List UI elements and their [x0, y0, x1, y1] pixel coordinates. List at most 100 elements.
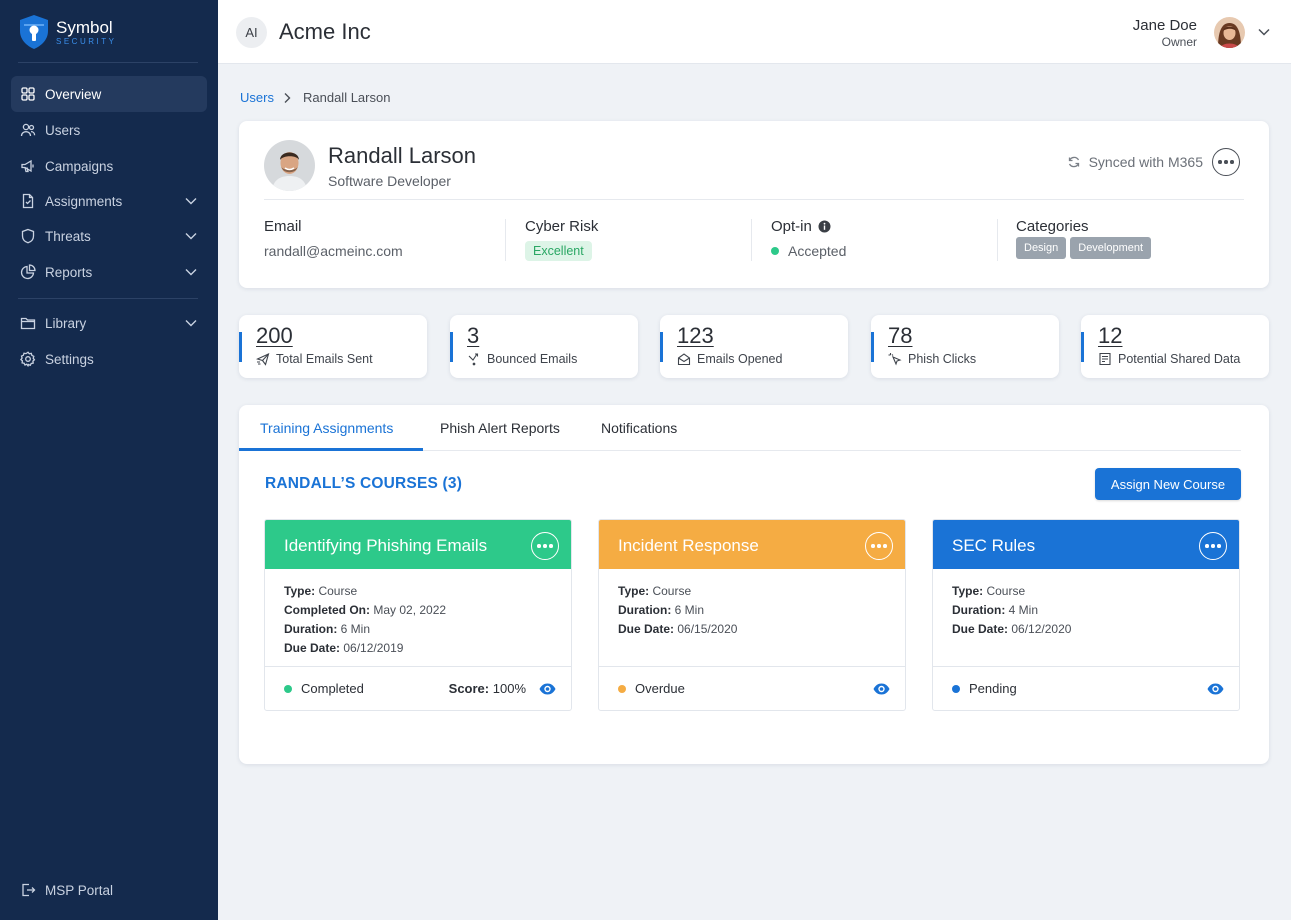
sidebar-item-label: Library [45, 315, 87, 331]
document-list-icon [1099, 352, 1111, 366]
course-status: Overdue [635, 681, 685, 696]
logo[interactable]: Symbol SECURITY [18, 14, 116, 50]
course-more-button[interactable] [1199, 532, 1227, 560]
top-header: AI Acme Inc Jane Doe Owner [218, 0, 1291, 64]
course-card: Identifying Phishing Emails Type: Course… [264, 519, 572, 711]
assign-new-course-button[interactable]: Assign New Course [1095, 468, 1241, 500]
chevron-down-icon [185, 198, 197, 205]
breadcrumb-users-link[interactable]: Users [240, 90, 274, 105]
sidebar-item-overview[interactable]: Overview [11, 76, 207, 112]
stat-accent-bar [871, 332, 874, 362]
sidebar-item-library[interactable]: Library [11, 305, 207, 341]
cyber-risk-badge: Excellent [525, 241, 592, 261]
stat-card-potential-shared-data[interactable]: 12 Potential Shared Data [1081, 315, 1269, 378]
sidebar: Symbol SECURITY Overview Users Campaigns… [0, 0, 218, 920]
sidebar-item-label: Settings [45, 351, 94, 367]
user-profile-card: Randall Larson Software Developer Synced… [239, 121, 1269, 288]
cursor-click-icon [888, 353, 902, 366]
status-dot [618, 684, 626, 693]
course-title: SEC Rules [952, 536, 1036, 555]
course-card: SEC Rules Type: Course Duration: 4 Min D… [932, 519, 1240, 711]
chevron-down-icon [185, 320, 197, 327]
chevron-right-icon [284, 93, 291, 103]
sidebar-item-label: Campaigns [45, 158, 114, 174]
user-role: Owner [1161, 35, 1197, 49]
stat-value[interactable]: 78 [888, 323, 912, 349]
category-tag: Design [1016, 237, 1067, 259]
email-label: Email [264, 218, 302, 235]
stat-label: Phish Clicks [908, 352, 977, 366]
profile-job-title: Software Developer [328, 173, 451, 189]
opt-in-value: Accepted [788, 243, 847, 259]
tab-bar: Training Assignments Phish Alert Reports… [239, 405, 1241, 451]
course-header: Identifying Phishing Emails [265, 520, 571, 569]
tab-training-assignments[interactable]: Training Assignments [260, 420, 393, 436]
status-dot [284, 684, 292, 693]
user-avatar[interactable] [1214, 17, 1245, 48]
sidebar-item-msp-portal[interactable]: MSP Portal [11, 872, 207, 908]
course-footer: Pending [933, 666, 1239, 710]
sidebar-item-threats[interactable]: Threats [11, 218, 207, 254]
chevron-down-icon [185, 233, 197, 240]
column-divider [997, 219, 998, 261]
grid-icon [21, 87, 35, 101]
course-more-button[interactable] [531, 532, 559, 560]
stat-accent-bar [660, 332, 663, 362]
stat-accent-bar [239, 332, 242, 362]
assignments-panel: Training Assignments Phish Alert Reports… [239, 405, 1269, 764]
stat-card-bounced-emails[interactable]: 3 Bounced Emails [450, 315, 638, 378]
course-card: Incident Response Type: Course Duration:… [598, 519, 906, 711]
stat-value[interactable]: 200 [256, 323, 293, 349]
tab-phish-alert-reports[interactable]: Phish Alert Reports [440, 420, 560, 436]
stat-label: Bounced Emails [487, 352, 578, 366]
stat-card-emails-opened[interactable]: 123 Emails Opened [660, 315, 848, 378]
folder-icon [20, 317, 36, 330]
eye-icon[interactable] [539, 682, 556, 696]
sidebar-item-campaigns[interactable]: Campaigns [11, 148, 207, 184]
sidebar-item-reports[interactable]: Reports [11, 254, 207, 290]
status-dot [952, 684, 960, 693]
tab-notifications[interactable]: Notifications [601, 420, 677, 436]
chevron-down-icon [185, 269, 197, 276]
org-name: Acme Inc [279, 19, 371, 44]
eye-icon[interactable] [1207, 682, 1224, 696]
course-footer: Overdue [599, 666, 905, 710]
stat-value[interactable]: 12 [1098, 323, 1122, 349]
sidebar-item-label: MSP Portal [45, 882, 114, 898]
course-title: Incident Response [618, 536, 759, 555]
stat-label: Potential Shared Data [1118, 352, 1241, 366]
sidebar-item-label: Users [45, 122, 81, 138]
sidebar-item-label: Overview [45, 86, 102, 102]
course-details: Type: Course Completed On: May 02, 2022 … [284, 584, 447, 655]
sidebar-item-users[interactable]: Users [11, 112, 207, 148]
course-more-button[interactable] [865, 532, 893, 560]
open-envelope-icon [677, 353, 691, 366]
breadcrumb-current: Randall Larson [303, 90, 391, 105]
stat-card-total-emails-sent[interactable]: 200 Total Emails Sent [239, 315, 427, 378]
course-details: Type: Course Duration: 4 Min Due Date: 0… [952, 584, 1072, 636]
user-name[interactable]: Jane Doe [1133, 17, 1197, 34]
org-avatar[interactable]: AI [236, 17, 267, 48]
opt-in-label: Opt-in [771, 218, 812, 235]
profile-avatar [264, 140, 315, 191]
status-dot [771, 247, 779, 255]
stat-value[interactable]: 3 [467, 323, 479, 349]
users-icon [20, 123, 36, 137]
shield-icon [21, 228, 35, 244]
sync-text: Synced with M365 [1088, 154, 1203, 170]
eye-icon[interactable] [873, 682, 890, 696]
sidebar-item-assignments[interactable]: Assignments [11, 183, 207, 219]
profile-more-button[interactable] [1212, 148, 1240, 176]
course-header: Incident Response [599, 520, 905, 569]
course-status: Pending [969, 681, 1017, 696]
logo-text: Symbol [56, 17, 113, 37]
stat-value[interactable]: 123 [677, 323, 714, 349]
sidebar-item-settings[interactable]: Settings [11, 341, 207, 377]
info-icon[interactable] [818, 220, 831, 233]
chevron-down-icon[interactable] [1257, 25, 1271, 39]
stat-card-phish-clicks[interactable]: 78 Phish Clicks [871, 315, 1059, 378]
exit-icon [22, 883, 36, 897]
email-value: randall@acmeinc.com [264, 243, 403, 259]
sidebar-item-label: Reports [45, 264, 93, 280]
categories-label: Categories [1016, 218, 1089, 235]
